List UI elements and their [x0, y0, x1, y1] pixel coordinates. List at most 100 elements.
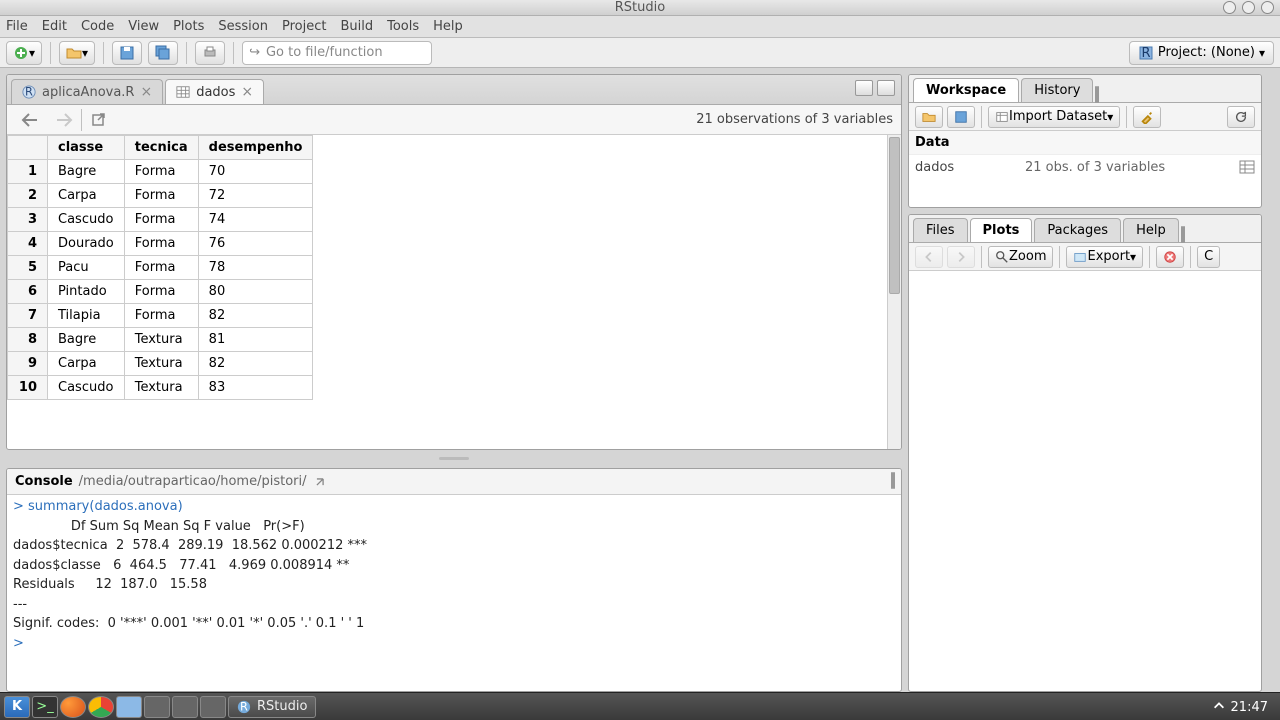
menu-help[interactable]: Help: [433, 19, 463, 34]
view-table-icon[interactable]: [1239, 159, 1255, 175]
tab-history[interactable]: History: [1021, 78, 1093, 102]
goto-icon: ↪: [249, 45, 260, 60]
column-header-classe[interactable]: classe: [48, 136, 125, 160]
console-header: Console /media/outraparticao/home/pistor…: [7, 469, 901, 495]
maximize-pane-icon[interactable]: [893, 472, 895, 489]
minimize-pane-icon[interactable]: [855, 80, 873, 96]
next-plot-button[interactable]: [947, 246, 975, 268]
maximize-pane-icon[interactable]: [1097, 86, 1099, 103]
open-file-button[interactable]: ▾: [59, 41, 95, 65]
load-workspace-button[interactable]: [915, 106, 943, 128]
tab-packages[interactable]: Packages: [1034, 218, 1121, 242]
close-icon[interactable]: ×: [241, 84, 253, 100]
row-number: 9: [8, 352, 48, 376]
maximize-icon[interactable]: [1242, 1, 1255, 14]
table-row[interactable]: 10CascudoTextura83: [8, 376, 313, 400]
table-row[interactable]: 2CarpaForma72: [8, 184, 313, 208]
project-selector[interactable]: R Project: (None) ▾: [1129, 41, 1274, 65]
zoom-plot-button[interactable]: Zoom: [988, 246, 1053, 268]
new-file-button[interactable]: ▾: [6, 41, 42, 65]
data-table-container[interactable]: classe tecnica desempenho 1BagreForma702…: [7, 135, 901, 449]
table-row[interactable]: 6PintadoForma80: [8, 280, 313, 304]
app-icon[interactable]: [200, 696, 226, 718]
prev-plot-button[interactable]: [915, 246, 943, 268]
print-icon: [202, 45, 218, 61]
filemanager-icon[interactable]: [116, 696, 142, 718]
menu-edit[interactable]: Edit: [42, 19, 67, 34]
export-icon: [1073, 250, 1087, 264]
export-plot-button[interactable]: Export▾: [1066, 246, 1143, 268]
remove-plot-button[interactable]: [1156, 246, 1184, 268]
app-icon[interactable]: [172, 696, 198, 718]
menu-plots[interactable]: Plots: [173, 19, 204, 34]
table-row[interactable]: 3CascudoForma74: [8, 208, 313, 232]
minimize-icon[interactable]: [1223, 1, 1236, 14]
cell: 81: [198, 328, 313, 352]
cell: Bagre: [48, 328, 125, 352]
tab-help[interactable]: Help: [1123, 218, 1179, 242]
terminal-icon[interactable]: >_: [32, 696, 58, 718]
menu-session[interactable]: Session: [218, 19, 268, 34]
refresh-button[interactable]: [1227, 106, 1255, 128]
horizontal-splitter[interactable]: [6, 456, 902, 462]
save-all-button[interactable]: [148, 41, 178, 65]
clear-plots-button[interactable]: C: [1197, 246, 1220, 268]
goto-wd-icon[interactable]: [313, 475, 327, 489]
main-toolbar: ▾ ▾ ↪ Go to file/function R Project: (No…: [0, 38, 1280, 68]
table-row[interactable]: 9CarpaTextura82: [8, 352, 313, 376]
save-workspace-button[interactable]: [947, 106, 975, 128]
save-all-icon: [155, 45, 171, 61]
maximize-pane-icon[interactable]: [1183, 226, 1185, 243]
forward-button[interactable]: [47, 108, 79, 132]
menu-build[interactable]: Build: [340, 19, 373, 34]
table-row[interactable]: 8BagreTextura81: [8, 328, 313, 352]
chrome-icon[interactable]: [88, 696, 114, 718]
menu-tools[interactable]: Tools: [387, 19, 419, 34]
print-button[interactable]: [195, 41, 225, 65]
up-arrow-icon[interactable]: [1212, 699, 1226, 713]
menu-view[interactable]: View: [128, 19, 159, 34]
menu-code[interactable]: Code: [81, 19, 114, 34]
cell: Forma: [124, 280, 198, 304]
cell: 72: [198, 184, 313, 208]
menu-project[interactable]: Project: [282, 19, 326, 34]
close-icon[interactable]: ×: [140, 84, 152, 100]
table-row[interactable]: 4DouradoForma76: [8, 232, 313, 256]
table-row[interactable]: 7TilapiaForma82: [8, 304, 313, 328]
tab-files[interactable]: Files: [913, 218, 968, 242]
import-dataset-button[interactable]: Import Dataset▾: [988, 106, 1120, 128]
console-output[interactable]: > summary(dados.anova) Df Sum Sq Mean Sq…: [7, 495, 901, 691]
workspace-item[interactable]: dados 21 obs. of 3 variables: [909, 155, 1261, 179]
close-icon[interactable]: [1261, 1, 1274, 14]
source-tabstrip: R aplicaAnova.R × dados ×: [7, 75, 901, 105]
taskbar-entry-rstudio[interactable]: R RStudio: [228, 696, 316, 718]
vertical-scrollbar[interactable]: [887, 135, 901, 449]
tab-aplicaanova[interactable]: R aplicaAnova.R ×: [11, 79, 163, 104]
work-area: R aplicaAnova.R × dados ×: [0, 68, 1280, 698]
table-row[interactable]: 5PacuForma78: [8, 256, 313, 280]
tab-workspace[interactable]: Workspace: [913, 78, 1019, 102]
column-header-desempenho[interactable]: desempenho: [198, 136, 313, 160]
save-button[interactable]: [112, 41, 142, 65]
popout-button[interactable]: [84, 108, 116, 132]
popout-icon: [90, 112, 110, 128]
rscript-icon: R: [22, 85, 36, 99]
app-icon[interactable]: [144, 696, 170, 718]
firefox-icon[interactable]: [60, 696, 86, 718]
back-button[interactable]: [15, 108, 47, 132]
goto-file-function-input[interactable]: ↪ Go to file/function: [242, 41, 432, 65]
project-label: Project: (None): [1158, 45, 1255, 60]
tab-dados[interactable]: dados ×: [165, 79, 264, 104]
row-number: 10: [8, 376, 48, 400]
maximize-pane-icon[interactable]: [877, 80, 895, 96]
tab-plots[interactable]: Plots: [970, 218, 1033, 242]
data-info: 21 observations of 3 variables: [696, 112, 893, 127]
zoom-label: Zoom: [1009, 249, 1046, 264]
taskbar-clock: 21:47: [1212, 699, 1276, 715]
menu-file[interactable]: File: [6, 19, 28, 34]
kde-start-icon[interactable]: K: [4, 696, 30, 718]
column-header-tecnica[interactable]: tecnica: [124, 136, 198, 160]
broom-icon: [1140, 110, 1154, 124]
clear-workspace-button[interactable]: [1133, 106, 1161, 128]
table-row[interactable]: 1BagreForma70: [8, 160, 313, 184]
